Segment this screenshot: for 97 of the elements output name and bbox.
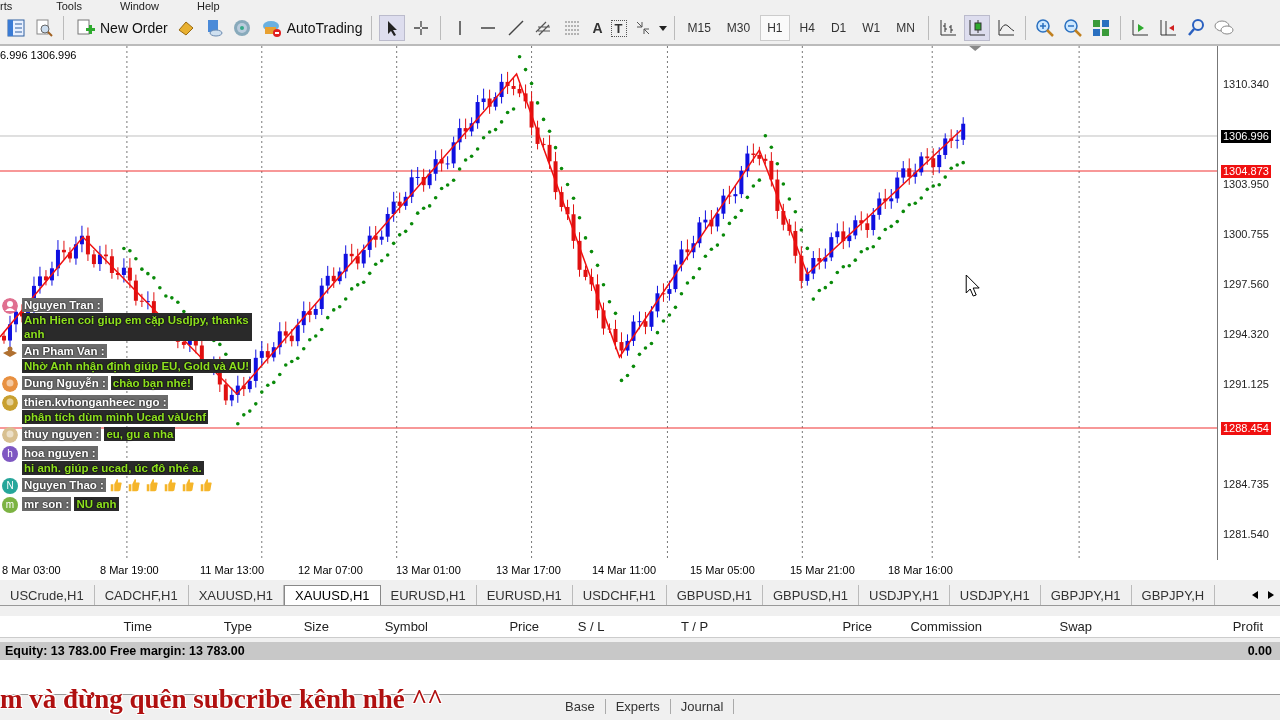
price-label: 1284.735 <box>1222 478 1270 491</box>
candlestick-icon[interactable] <box>963 15 990 41</box>
time-label: 8 Mar 03:00 <box>2 564 61 576</box>
price-label: 1291.125 <box>1222 378 1270 391</box>
menu-item[interactable]: Tools <box>56 0 82 12</box>
chat-message: chào bạn nhé! <box>110 376 193 390</box>
thumbs-up-icon <box>162 478 177 492</box>
chart-tab[interactable]: EURUSD,H1 <box>380 585 477 605</box>
chat-author: Dung Nguyễn : <box>22 376 108 390</box>
chart-tab[interactable]: GBPUSD,H1 <box>762 585 859 605</box>
chart-tab[interactable]: GBPJPY,H <box>1131 585 1216 605</box>
menu-item[interactable]: Window <box>119 0 160 12</box>
avatar: m <box>2 497 18 513</box>
cursor-icon[interactable] <box>379 15 406 41</box>
column-header[interactable]: Price <box>436 619 547 634</box>
menu-item[interactable]: rts <box>0 0 13 12</box>
autotrading-button[interactable]: AutoTrading <box>257 16 365 40</box>
chart-tab[interactable]: GBPJPY,H1 <box>1040 585 1132 605</box>
price-label: 1304.873 <box>1221 165 1271 178</box>
chat-author: mr son : <box>22 497 72 511</box>
column-header[interactable]: Symbol <box>337 619 436 634</box>
time-label: 8 Mar 19:00 <box>100 564 159 576</box>
timeframe-button[interactable]: W1 <box>856 16 887 40</box>
avatar: h <box>2 446 18 462</box>
timeframe-button[interactable]: M15 <box>681 16 717 40</box>
column-header[interactable]: Profit <box>1100 619 1271 634</box>
time-label: 13 Mar 01:00 <box>396 564 461 576</box>
timeframe-button[interactable]: D1 <box>824 16 853 40</box>
timeframe-button[interactable]: M30 <box>720 16 757 40</box>
timeframe-button[interactable]: MN <box>890 16 921 40</box>
chart-tab[interactable]: USCrude,H1 <box>0 585 95 605</box>
equity-summary: Equity: 13 783.00 Free margin: 13 783.00 <box>5 644 245 658</box>
video-caption: m và đừng quên subcribe kênh nhé ^^ <box>0 684 443 715</box>
text-label-tool[interactable]: T <box>610 19 627 37</box>
timeframe-button[interactable]: H4 <box>793 16 821 40</box>
time-label: 13 Mar 17:00 <box>496 564 561 576</box>
column-header[interactable]: S / L <box>547 619 643 634</box>
time-label: 14 Mar 11:00 <box>592 564 656 576</box>
mouse-cursor-icon <box>965 274 980 297</box>
time-label: 15 Mar 05:00 <box>690 564 755 576</box>
price-label: 1281.540 <box>1222 528 1270 541</box>
terminal-tab[interactable]: Experts <box>605 698 671 714</box>
column-header[interactable]: Size <box>260 619 337 634</box>
price-label: 1310.340 <box>1222 78 1270 91</box>
time-label: 11 Mar 13:00 <box>200 564 264 576</box>
menu-item[interactable]: Help <box>197 0 220 12</box>
chat-author: Nguyen Thao : <box>22 478 106 492</box>
chart-tab[interactable]: CADCHF,H1 <box>94 585 189 605</box>
timeframe-button[interactable]: H1 <box>760 15 790 41</box>
price-label: 1306.996 <box>1221 130 1271 143</box>
chart-tab[interactable]: XAUUSD,H1 <box>284 585 381 605</box>
chat-message: NU anh <box>74 497 119 511</box>
chart-tab[interactable]: EURUSD,H1 <box>476 585 573 605</box>
price-label: 1300.755 <box>1222 228 1270 241</box>
column-header[interactable]: Swap <box>990 619 1100 634</box>
terminal-tab[interactable]: Journal <box>670 698 735 714</box>
chart-tab[interactable]: USDJPY,H1 <box>949 585 1041 605</box>
chat-author: hoa nguyen : <box>22 446 98 460</box>
column-header[interactable]: Type <box>160 619 260 634</box>
terminal-tab[interactable]: Base <box>555 698 606 714</box>
price-label: 1303.950 <box>1222 178 1270 191</box>
time-label: 15 Mar 21:00 <box>790 564 855 576</box>
thumbs-up-icon <box>108 478 123 492</box>
thumbs-up-icon <box>180 478 195 492</box>
scroll-left-icon[interactable] <box>1252 591 1258 599</box>
price-info: 6.996 1306.996 <box>0 49 77 61</box>
time-label: 12 Mar 07:00 <box>298 564 363 576</box>
chat-author: Nguyen Tran : <box>22 298 103 312</box>
profit-total: 0.00 <box>1247 644 1272 658</box>
chat-message: hi anh. giúp e ucad, úc đô nhé a. <box>22 461 204 475</box>
caret-icon[interactable] <box>658 25 667 31</box>
chat-message: Anh Hien coi giup em cặp Usdjpy, thanks anh <box>22 313 252 341</box>
column-header[interactable]: Commission <box>880 619 990 634</box>
chat-author: thien.kvhonganheec ngo : <box>22 395 169 409</box>
text-tool[interactable]: A <box>588 20 607 36</box>
chart-tab[interactable]: USDJPY,H1 <box>859 585 950 605</box>
chat-author: An Pham Van : <box>22 344 107 358</box>
new-order-button[interactable]: New Order <box>71 16 170 40</box>
avatar: N <box>2 478 18 494</box>
column-header[interactable]: T / P <box>643 619 754 634</box>
price-label: 1294.320 <box>1222 328 1270 341</box>
chat-message: phân tích dùm mình Ucad vàUchf <box>22 410 209 424</box>
column-header[interactable]: Time <box>0 619 160 634</box>
chat-message: Nhờ Anh nhận định giúp EU, Gold và AU! <box>22 359 252 373</box>
thumbs-up-icon <box>144 478 159 492</box>
chart-tab[interactable]: GBPUSD,H1 <box>666 585 763 605</box>
thumbs-up-icon <box>198 478 213 492</box>
time-label: 18 Mar 16:00 <box>888 564 953 576</box>
price-label: 1297.560 <box>1222 278 1270 291</box>
chart-tab[interactable]: USDCHF,H1 <box>572 585 667 605</box>
chat-author: thuy nguyen : <box>22 427 102 441</box>
chat-message: eu, gu a nha <box>104 427 176 441</box>
scroll-right-icon[interactable] <box>1268 591 1274 599</box>
navigator-icon[interactable] <box>4 16 28 40</box>
thumbs-up-icon <box>126 478 141 492</box>
column-header[interactable]: Price <box>754 619 880 634</box>
price-label: 1288.454 <box>1221 422 1271 435</box>
